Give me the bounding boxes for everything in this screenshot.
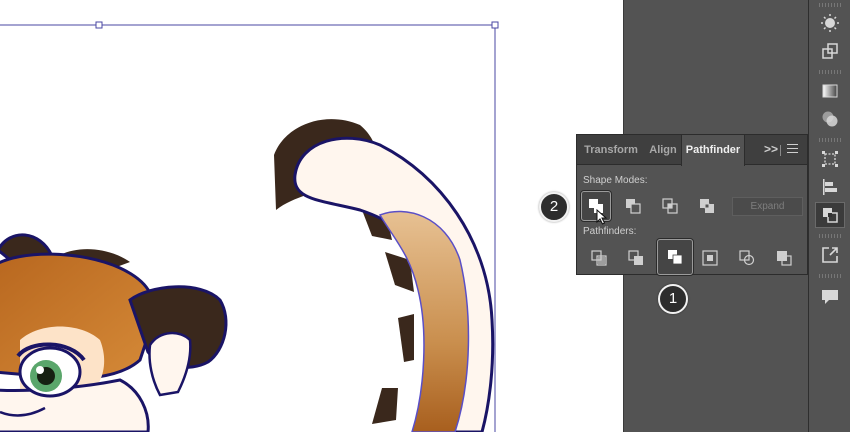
dock-grip[interactable] — [819, 138, 841, 142]
step-marker-two: 2 — [539, 192, 569, 222]
outline-icon — [739, 250, 755, 266]
crop-button[interactable] — [695, 243, 725, 273]
divide-icon — [591, 250, 607, 266]
trim-button[interactable] — [621, 243, 651, 273]
minus-back-icon — [777, 251, 792, 266]
dock-grip[interactable] — [819, 234, 841, 238]
dock-grip[interactable] — [819, 274, 841, 278]
align-icon[interactable] — [815, 174, 845, 200]
shape-modes-label: Shape Modes: — [583, 175, 648, 186]
exclude-icon — [700, 199, 714, 213]
merge-icon — [668, 250, 683, 265]
cat-illustration[interactable] — [0, 0, 623, 432]
merge-button[interactable] — [657, 239, 693, 275]
pathfinders-label: Pathfinders: — [583, 226, 637, 237]
gradient-icon[interactable] — [815, 78, 845, 104]
expand-button[interactable]: Expand — [732, 197, 803, 216]
tab-pathfinder[interactable]: Pathfinder — [681, 135, 745, 166]
tail-stripe — [398, 314, 414, 362]
panel-tab-bar: Transform Align Pathfinder >> — [577, 135, 807, 166]
intersect-button[interactable] — [655, 191, 685, 221]
appearance-icon[interactable] — [815, 10, 845, 36]
mouse-cursor-icon — [596, 209, 608, 225]
ear-inner — [148, 331, 192, 397]
dock-grip[interactable] — [819, 70, 841, 74]
minus-back-button[interactable] — [769, 243, 799, 273]
intersect-icon — [662, 198, 678, 214]
outline-button[interactable] — [732, 243, 762, 273]
artboard-canvas[interactable] — [0, 0, 623, 432]
trim-icon — [628, 250, 643, 265]
comments-icon[interactable] — [815, 284, 845, 310]
panel-menu-icon[interactable] — [787, 144, 799, 156]
crop-icon — [702, 250, 718, 266]
illustrator-workspace: Transform Align Pathfinder >> Shape Mode… — [0, 0, 850, 432]
tab-transform[interactable]: Transform — [577, 135, 645, 165]
dock-grip[interactable] — [819, 3, 841, 7]
transform-icon[interactable] — [815, 38, 845, 64]
pathfinder-icon[interactable] — [815, 202, 845, 228]
minus-front-icon — [626, 199, 641, 214]
minus-front-button[interactable] — [618, 191, 648, 221]
step-marker-one: 1 — [658, 284, 688, 314]
selection-handle — [95, 21, 103, 29]
divider — [780, 145, 781, 156]
exclude-button[interactable] — [692, 191, 722, 221]
transparency-icon[interactable] — [815, 106, 845, 132]
divide-button[interactable] — [584, 243, 614, 273]
artboards-icon[interactable] — [815, 146, 845, 172]
pathfinder-panel: Transform Align Pathfinder >> Shape Mode… — [576, 134, 808, 275]
export-icon[interactable] — [815, 242, 845, 268]
tab-align[interactable]: Align — [645, 135, 681, 165]
selection-handle — [491, 21, 499, 29]
eye-highlight — [36, 366, 44, 374]
panel-dock — [808, 0, 850, 432]
more-tabs-chevron-icon[interactable]: >> — [763, 135, 779, 165]
tail-stripe — [372, 388, 398, 424]
